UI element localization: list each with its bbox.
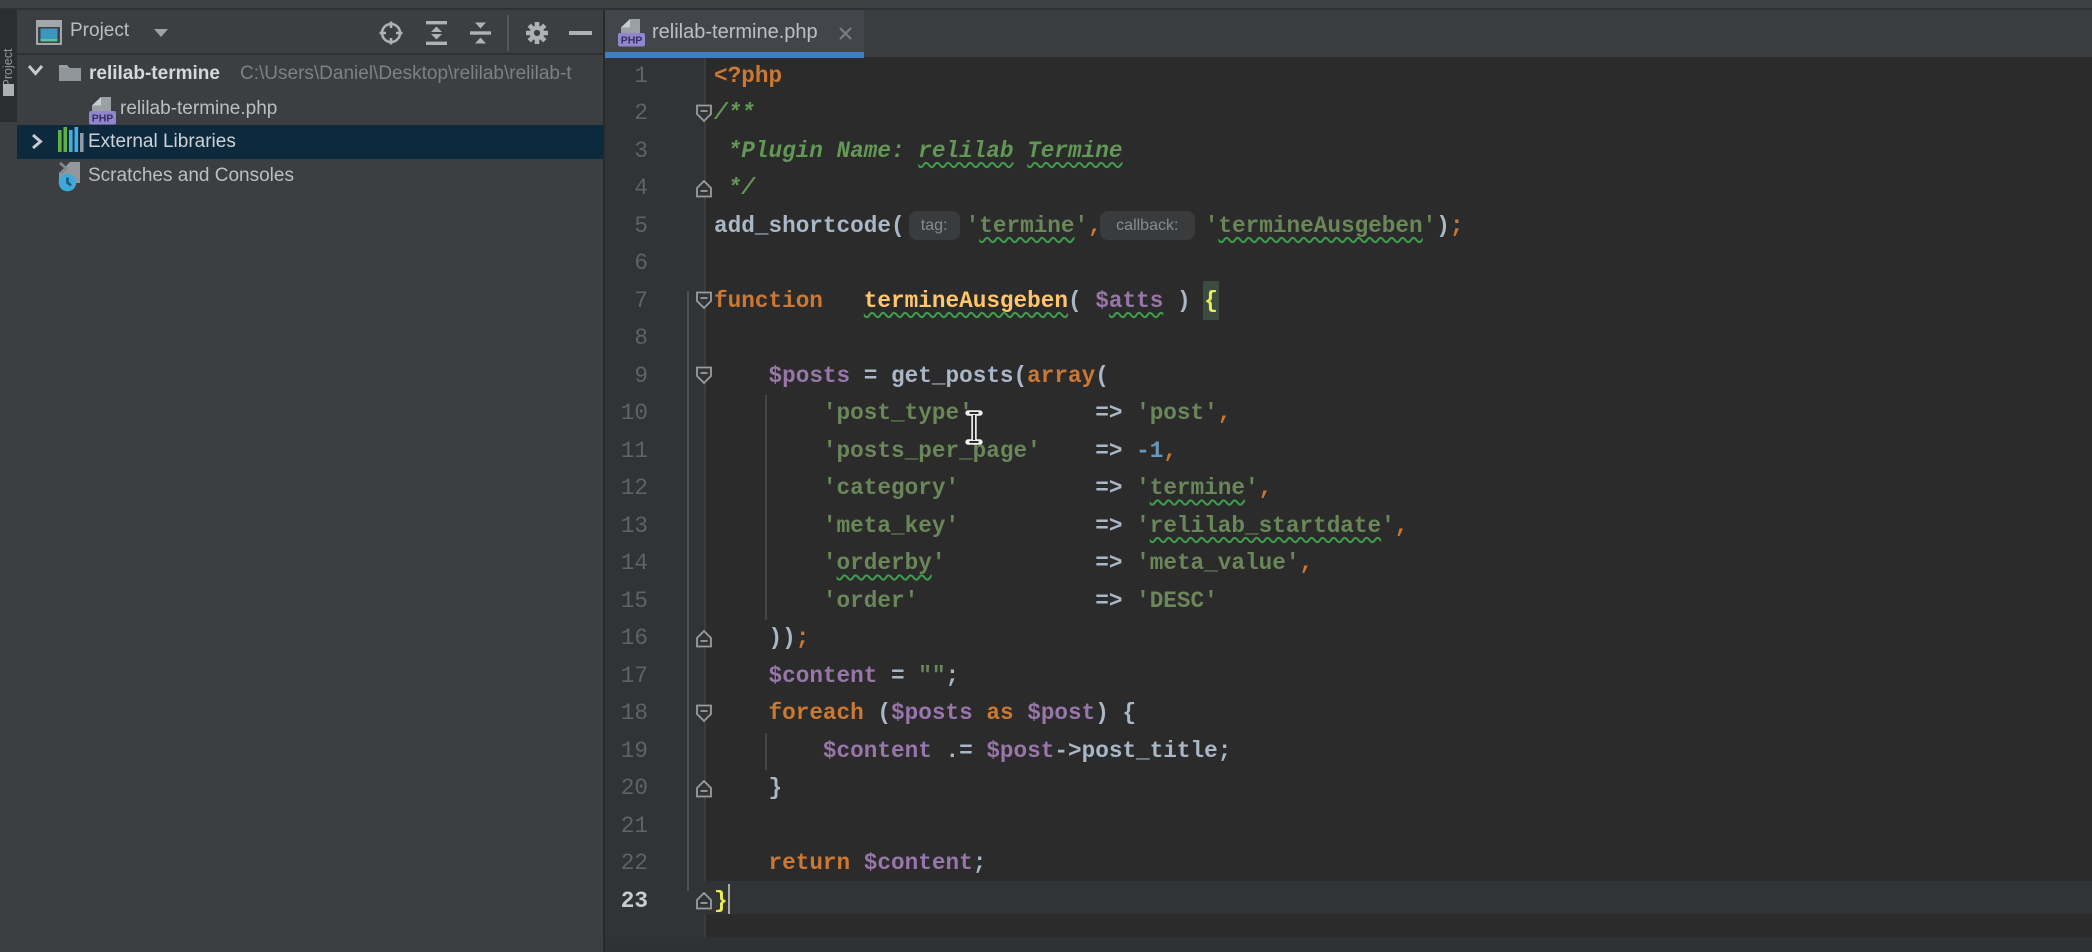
svg-text:PHP: PHP [92,113,114,125]
svg-text:PHP: PHP [621,35,643,47]
